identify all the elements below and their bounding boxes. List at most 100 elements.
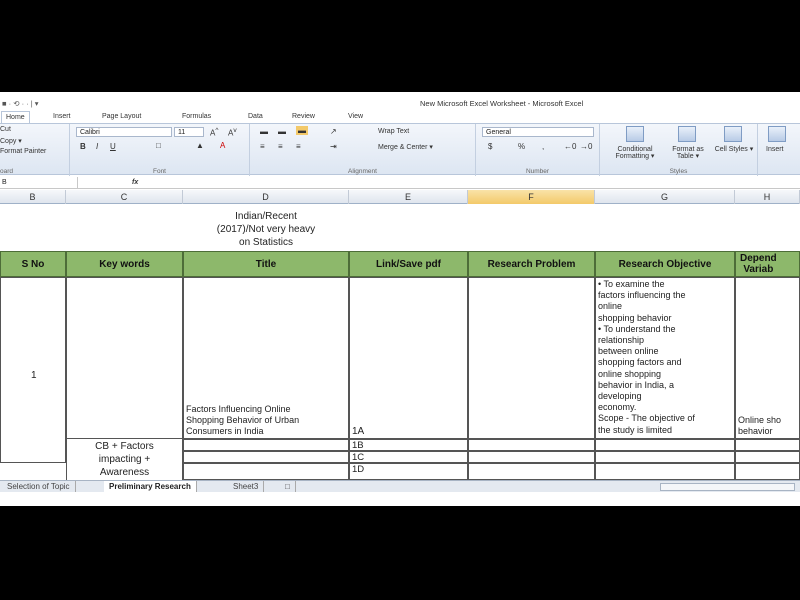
- borders-icon[interactable]: □: [156, 141, 161, 150]
- note-cell[interactable]: Indian/Recent (2017)/Not very heavy on S…: [183, 210, 349, 250]
- column-header-e[interactable]: E: [349, 190, 468, 204]
- column-header-c[interactable]: C: [66, 190, 183, 204]
- tab-home[interactable]: Home: [1, 111, 30, 123]
- ribbon-tabs: Home Insert Page Layout Formulas Data Re…: [0, 111, 800, 123]
- format-as-table-icon[interactable]: [678, 126, 696, 142]
- cell-c-row1[interactable]: [66, 277, 183, 439]
- title-value: Factors Influencing Online Shopping Beha…: [186, 404, 300, 436]
- conditional-formatting-icon[interactable]: [626, 126, 644, 142]
- cell-g-row2[interactable]: [595, 439, 735, 451]
- increase-decimal-icon[interactable]: ←0: [564, 142, 576, 151]
- align-center-icon[interactable]: ≡: [278, 142, 283, 151]
- header-keywords[interactable]: Key words: [66, 251, 183, 277]
- cell-d-row3[interactable]: [183, 451, 349, 463]
- cell-objective-row1[interactable]: • To examine the factors influencing the…: [595, 277, 735, 439]
- quick-access-toolbar[interactable]: ■ · ⟲ · · | ▾: [2, 99, 39, 108]
- column-header-d[interactable]: D: [183, 190, 349, 204]
- column-header-h[interactable]: H: [735, 190, 800, 204]
- underline-icon[interactable]: U: [110, 142, 116, 151]
- tab-page-layout[interactable]: Page Layout: [102, 113, 141, 120]
- alignment-group-label: Alignment: [348, 168, 377, 175]
- dependent-value: Online sho behavior: [738, 415, 782, 436]
- copy-button[interactable]: Copy ▾: [0, 137, 22, 145]
- font-size-combo[interactable]: 11: [174, 127, 204, 137]
- cell-b-row1[interactable]: 1: [0, 277, 66, 463]
- font-color-icon[interactable]: A: [220, 141, 225, 150]
- header-research-objective[interactable]: Research Objective: [595, 251, 735, 277]
- font-name-combo[interactable]: Calibri: [76, 127, 172, 137]
- header-title[interactable]: Title: [183, 251, 349, 277]
- shrink-font-icon[interactable]: Av: [228, 127, 237, 138]
- header-research-problem[interactable]: Research Problem: [468, 251, 595, 277]
- tab-formulas[interactable]: Formulas: [182, 113, 211, 120]
- cell-f-row1[interactable]: [468, 277, 595, 439]
- cell-f-row2[interactable]: [468, 439, 595, 451]
- currency-icon[interactable]: $: [488, 142, 492, 151]
- excel-window: ■ · ⟲ · · | ▾ New Microsoft Excel Worksh…: [0, 92, 800, 506]
- sheet-tab-selection-of-topic[interactable]: Selection of Topic: [2, 481, 76, 492]
- wrap-text-button[interactable]: Wrap Text: [378, 128, 409, 135]
- column-header-g[interactable]: G: [595, 190, 735, 204]
- cell-d-row4[interactable]: [183, 463, 349, 480]
- percent-icon[interactable]: %: [518, 142, 525, 151]
- sheet-tab-preliminary-research[interactable]: Preliminary Research: [104, 481, 197, 492]
- header-sno[interactable]: S No: [0, 251, 66, 277]
- insert-cells-button[interactable]: Insert: [766, 146, 784, 153]
- cell-styles-icon[interactable]: [724, 126, 742, 142]
- number-group-label: Number: [525, 168, 550, 175]
- bottom-letterbox: [0, 506, 800, 600]
- formula-bar: B fx: [0, 177, 800, 189]
- grow-font-icon[interactable]: A^: [210, 127, 218, 138]
- italic-icon[interactable]: I: [96, 142, 98, 151]
- cell-f-row4[interactable]: [468, 463, 595, 480]
- bold-icon[interactable]: B: [80, 142, 86, 151]
- align-right-icon[interactable]: ≡: [296, 142, 301, 151]
- column-header-f[interactable]: F: [468, 190, 595, 204]
- window-title: New Microsoft Excel Worksheet - Microsof…: [420, 99, 584, 108]
- align-middle-icon[interactable]: ▬: [278, 127, 286, 136]
- cell-f-row3[interactable]: [468, 451, 595, 463]
- tab-review[interactable]: Review: [292, 113, 315, 120]
- cell-h-row1[interactable]: Online sho behavior: [735, 277, 800, 439]
- format-painter-button[interactable]: Format Painter: [0, 148, 46, 155]
- cell-styles-button[interactable]: Cell Styles ▾: [714, 146, 754, 153]
- insert-sheet-icon[interactable]: □: [280, 481, 296, 492]
- cell-d-row1[interactable]: Factors Influencing Online Shopping Beha…: [183, 277, 349, 439]
- insert-cells-icon[interactable]: [768, 126, 786, 142]
- decrease-decimal-icon[interactable]: →0: [580, 142, 592, 151]
- align-bottom-icon[interactable]: ▬: [296, 126, 308, 135]
- name-box[interactable]: B: [0, 177, 78, 189]
- format-as-table-button[interactable]: Format as Table ▾: [666, 146, 710, 160]
- indent-icon[interactable]: ⇥: [330, 142, 337, 151]
- number-format-combo[interactable]: General: [482, 127, 594, 137]
- sheet-tab-sheet3[interactable]: Sheet3: [228, 481, 265, 492]
- link-1c[interactable]: 1C: [349, 451, 468, 463]
- merge-center-button[interactable]: Merge & Center ▾: [378, 143, 433, 151]
- header-link[interactable]: Link/Save pdf: [349, 251, 468, 277]
- column-header-b[interactable]: B: [0, 190, 66, 204]
- cell-h-row2[interactable]: [735, 439, 800, 451]
- cell-g-row3[interactable]: [595, 451, 735, 463]
- header-dependent-variable[interactable]: Depend Variab: [735, 251, 800, 277]
- align-top-icon[interactable]: ▬: [260, 127, 268, 136]
- align-left-icon[interactable]: ≡: [260, 142, 265, 151]
- orientation-icon[interactable]: ↗: [330, 127, 337, 136]
- cell-h-row3[interactable]: [735, 451, 800, 463]
- tab-view[interactable]: View: [348, 113, 363, 120]
- link-1b[interactable]: 1B: [349, 439, 468, 451]
- cell-g-row4[interactable]: [595, 463, 735, 480]
- conditional-formatting-button[interactable]: Conditional Formatting ▾: [606, 146, 664, 160]
- fill-color-icon[interactable]: ▲: [196, 141, 204, 150]
- comma-icon[interactable]: ,: [542, 142, 544, 151]
- tab-data[interactable]: Data: [248, 113, 263, 120]
- link-1d[interactable]: 1D: [349, 463, 468, 480]
- formula-input[interactable]: [150, 177, 790, 189]
- keywords-value[interactable]: CB + Factors impacting + Awareness: [66, 439, 183, 480]
- cut-button[interactable]: Cut: [0, 126, 11, 133]
- cell-e-row1[interactable]: 1A: [349, 277, 468, 439]
- cell-h-row4[interactable]: [735, 463, 800, 480]
- insert-function-icon[interactable]: fx: [132, 177, 138, 189]
- horizontal-scrollbar[interactable]: [660, 483, 795, 491]
- tab-insert[interactable]: Insert: [53, 113, 71, 120]
- cell-d-row2[interactable]: [183, 439, 349, 451]
